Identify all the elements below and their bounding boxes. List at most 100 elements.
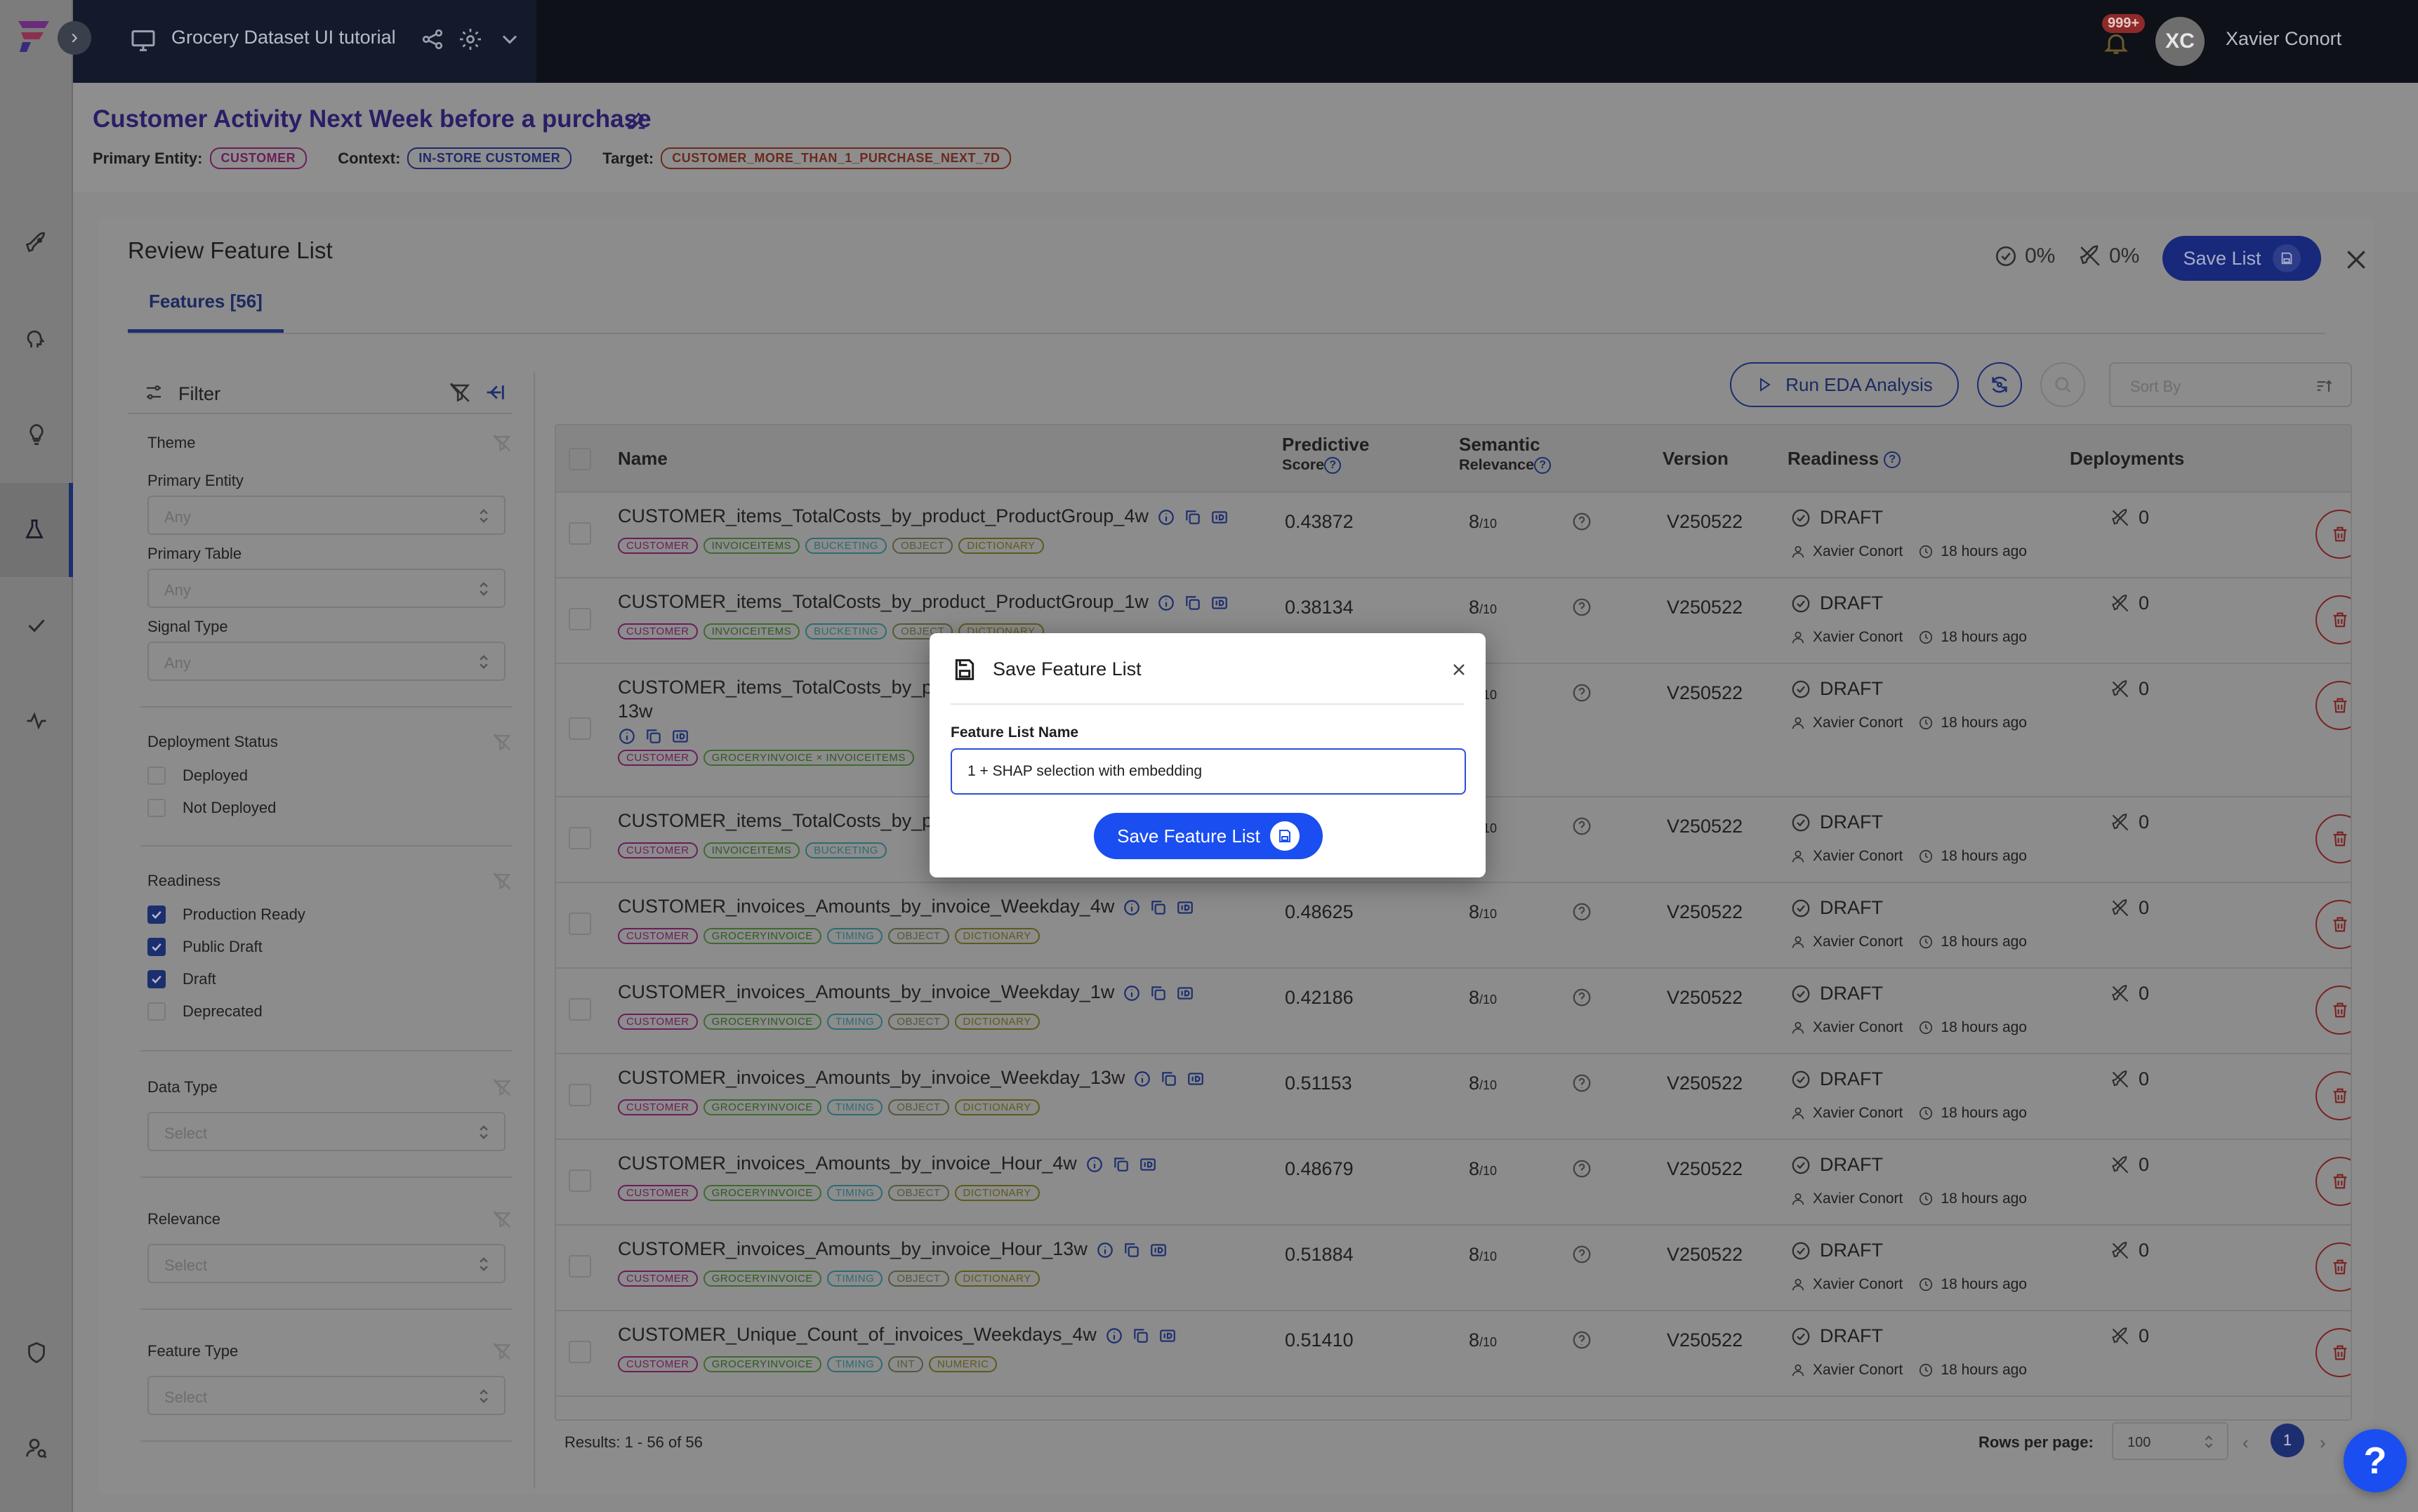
readiness-status[interactable]: DRAFT [1790, 592, 1883, 614]
save-feature-list-button[interactable]: Save Feature List [1094, 813, 1323, 859]
feature-name[interactable]: CUSTOMER_invoices_Amounts_by_invoice_Hou… [618, 1238, 1176, 1260]
close-icon[interactable] [2342, 246, 2370, 274]
primary-entity-select[interactable]: Any [147, 496, 506, 535]
readiness-status[interactable]: DRAFT [1790, 507, 1883, 529]
tab-features[interactable]: Features [56] [128, 291, 284, 333]
feature-name[interactable]: CUSTOMER_items_TotalCosts_by_product_Pro… [618, 591, 1237, 613]
delete-button[interactable] [2315, 1071, 2351, 1120]
copy-icon[interactable] [1149, 898, 1168, 917]
feature-type-select[interactable]: Select [147, 1376, 506, 1415]
info-icon[interactable] [618, 727, 636, 745]
help-icon[interactable] [1571, 1158, 1592, 1179]
relevance-select[interactable]: Select [147, 1244, 506, 1283]
feature-name[interactable]: CUSTOMER_invoices_Amounts_by_invoice_Wee… [618, 1067, 1213, 1089]
checkbox-box[interactable] [147, 970, 166, 988]
user-name[interactable]: Xavier Conort [2226, 28, 2341, 50]
row-checkbox[interactable] [569, 998, 591, 1021]
info-icon[interactable] [1085, 1155, 1104, 1174]
id-icon[interactable] [1139, 1155, 1157, 1174]
checkbox-box[interactable] [147, 767, 166, 785]
checkbox-box[interactable] [147, 799, 166, 817]
clear-deployment-icon[interactable] [491, 731, 513, 752]
table-row[interactable]: CUSTOMER_invoices_Amounts_by_invoice_Hou… [556, 1140, 2351, 1226]
feature-name[interactable]: CUSTOMER_invoices_Amounts_by_invoice_Wee… [618, 981, 1203, 1003]
checkbox-box[interactable] [147, 938, 166, 956]
readiness-status[interactable]: DRAFT [1790, 1154, 1883, 1176]
info-icon[interactable] [1157, 594, 1175, 612]
collapse-filter-icon[interactable] [483, 380, 507, 404]
copy-icon[interactable] [1123, 1241, 1141, 1259]
share-icon[interactable] [420, 27, 445, 52]
copy-icon[interactable] [1184, 594, 1202, 612]
next-page-icon[interactable]: › [2320, 1432, 2326, 1454]
readiness-checkbox[interactable]: Production Ready [147, 906, 305, 924]
col-deployments[interactable]: Deployments [2070, 448, 2184, 470]
id-icon[interactable] [1210, 508, 1229, 526]
project-switcher[interactable]: Grocery Dataset UI tutorial [73, 0, 536, 83]
page-number-current[interactable]: 1 [2271, 1424, 2304, 1457]
help-icon[interactable] [1571, 1329, 1592, 1351]
info-icon[interactable] [1123, 984, 1141, 1002]
table-row[interactable]: CUSTOMER_invoices_Amounts_by_invoice_Wee… [556, 969, 2351, 1054]
help-bubble[interactable]: ? [2344, 1429, 2407, 1492]
readiness-status[interactable]: DRAFT [1790, 678, 1883, 700]
id-icon[interactable] [1149, 1241, 1168, 1259]
copy-icon[interactable] [1184, 508, 1202, 526]
run-eda-button[interactable]: Run EDA Analysis [1730, 362, 1959, 407]
row-checkbox[interactable] [569, 827, 591, 849]
id-icon[interactable] [1176, 898, 1194, 917]
context-chip[interactable]: IN-STORE CUSTOMER [407, 147, 572, 169]
copy-icon[interactable] [645, 727, 663, 745]
readiness-status[interactable]: DRAFT [1790, 897, 1883, 919]
info-icon[interactable] [1105, 1327, 1123, 1345]
avatar[interactable]: XC [2155, 17, 2205, 66]
col-predictive-score[interactable]: Predictive Score? [1282, 434, 1369, 475]
row-checkbox[interactable] [569, 913, 591, 935]
readiness-status[interactable]: DRAFT [1790, 983, 1883, 1004]
help-icon[interactable] [1571, 1244, 1592, 1265]
readiness-checkbox[interactable]: Public Draft [147, 938, 263, 956]
table-row[interactable]: CUSTOMER_invoices_Amounts_by_invoice_Wee… [556, 883, 2351, 969]
clear-relevance-icon[interactable] [491, 1209, 513, 1230]
rail-item-deploy[interactable] [0, 197, 73, 291]
help-icon[interactable]: ? [1534, 457, 1552, 475]
prev-page-icon[interactable]: ‹ [2242, 1432, 2249, 1454]
id-icon[interactable] [1176, 984, 1194, 1002]
clear-filter-icon[interactable] [448, 380, 472, 404]
gear-icon[interactable] [458, 27, 483, 52]
help-icon[interactable]: ? [1884, 451, 1901, 469]
id-icon[interactable] [671, 727, 689, 745]
bell-icon[interactable] [2102, 29, 2130, 58]
delete-button[interactable] [2315, 814, 2351, 863]
row-checkbox[interactable] [569, 1341, 591, 1363]
readiness-status[interactable]: DRAFT [1790, 1325, 1883, 1347]
readiness-status[interactable]: DRAFT [1790, 1068, 1883, 1090]
info-icon[interactable] [1157, 508, 1175, 526]
refresh-button[interactable] [1977, 362, 2022, 407]
row-checkbox[interactable] [569, 1084, 591, 1106]
col-semantic-relevance[interactable]: Semantic Relevance? [1459, 434, 1552, 475]
table-row[interactable]: CUSTOMER_items_TotalCosts_by_product_Pro… [556, 493, 2351, 578]
chevron-down-icon[interactable] [497, 27, 522, 52]
id-icon[interactable] [1158, 1327, 1177, 1345]
table-row[interactable]: CUSTOMER_invoices_Amounts_by_invoice_Hou… [556, 1226, 2351, 1311]
help-icon[interactable]: ? [1324, 457, 1342, 475]
data-type-select[interactable]: Select [147, 1112, 506, 1151]
delete-button[interactable] [2315, 1242, 2351, 1292]
delete-button[interactable] [2315, 510, 2351, 559]
help-icon[interactable] [1571, 682, 1592, 703]
table-row[interactable]: CUSTOMER_Unique_Count_of_invoices_Weekda… [556, 1311, 2351, 1397]
delete-button[interactable] [2315, 900, 2351, 949]
row-checkbox[interactable] [569, 608, 591, 630]
help-icon[interactable] [1571, 987, 1592, 1008]
feature-name[interactable]: CUSTOMER_items_TotalCosts_by_pr [618, 677, 939, 698]
help-icon[interactable] [1571, 511, 1592, 532]
row-checkbox[interactable] [569, 1255, 591, 1278]
row-checkbox[interactable] [569, 1169, 591, 1192]
help-icon[interactable] [1571, 816, 1592, 837]
copy-icon[interactable] [1160, 1070, 1178, 1088]
table-row[interactable]: CUSTOMER_invoices_Amounts_by_invoice_Wee… [556, 1054, 2351, 1140]
id-icon[interactable] [1210, 594, 1229, 612]
copy-icon[interactable] [1149, 984, 1168, 1002]
deployed-checkbox[interactable]: Deployed [147, 767, 248, 785]
